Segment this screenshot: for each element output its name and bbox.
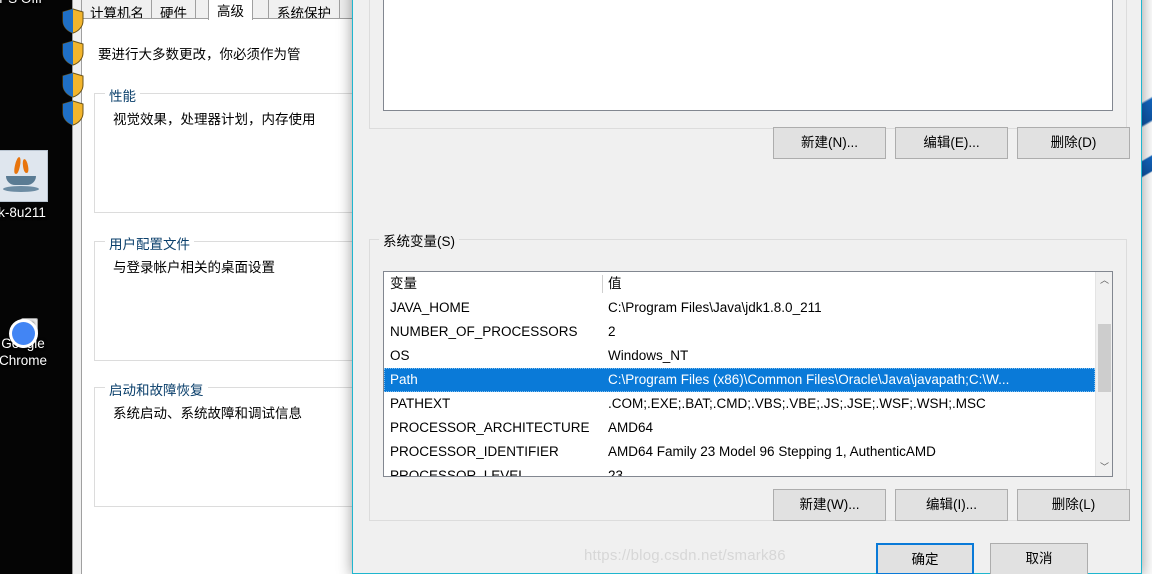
tab-hardware[interactable]: 硬件 bbox=[151, 0, 196, 21]
shortcut-arrow-icon: ↗ bbox=[21, 318, 38, 335]
delete-user-variable-button[interactable]: 删除(D) bbox=[1017, 127, 1130, 159]
desktop-icon-java-installer[interactable]: k-8u211 bbox=[0, 150, 70, 221]
admin-requirement-note: 要进行大多数更改，你必须作为管 bbox=[98, 47, 301, 62]
environment-variables-dialog[interactable]: Path C:\Users\四月\AppData\Local\Microsoft… bbox=[352, 0, 1142, 574]
group-user-profiles-legend: 用户配置文件 bbox=[105, 233, 194, 253]
watermark-text: https://blog.csdn.net/smark86 bbox=[584, 547, 786, 564]
system-properties-window[interactable]: 计算机名 硬件 高级 系统保护 要进行大多数更改，你必须作为管 性能 视觉效果，… bbox=[72, 0, 396, 574]
tab-system-protection[interactable]: 系统保护 bbox=[268, 0, 340, 21]
scrollbar-thumb[interactable] bbox=[1098, 324, 1111, 392]
system-properties-tabstrip: 计算机名 硬件 高级 系统保护 bbox=[81, 0, 357, 21]
variable-value: AMD64 Family 23 Model 96 Stepping 1, Aut… bbox=[608, 444, 936, 459]
table-row[interactable]: NUMBER_OF_PROCESSORS 2 bbox=[384, 320, 1095, 344]
java-icon bbox=[0, 150, 70, 202]
uac-shield-icon bbox=[62, 72, 84, 98]
tab-advanced[interactable]: 高级 bbox=[208, 0, 253, 20]
new-user-variable-button[interactable]: 新建(N)... bbox=[773, 127, 886, 159]
edit-system-variable-button[interactable]: 编辑(I)... bbox=[895, 489, 1008, 521]
table-header-row: 变量 值 bbox=[384, 272, 1095, 296]
group-performance-legend: 性能 bbox=[105, 85, 140, 105]
scroll-down-arrow-icon[interactable]: ﹀ bbox=[1096, 459, 1112, 476]
group-startup-recovery-description: 系统启动、系统故障和调试信息 bbox=[113, 406, 302, 421]
variable-value: .COM;.EXE;.BAT;.CMD;.VBS;.VBE;.JS;.JSE;.… bbox=[608, 396, 986, 411]
table-row-selected[interactable]: Path C:\Program Files (x86)\Common Files… bbox=[384, 368, 1095, 392]
group-startup-recovery: 启动和故障恢复 系统启动、系统故障和调试信息 bbox=[94, 379, 396, 507]
variable-name: Path bbox=[390, 372, 418, 387]
ok-button[interactable]: 确定 bbox=[876, 543, 974, 574]
uac-shield-icon bbox=[62, 100, 84, 126]
variable-name: PATHEXT bbox=[390, 396, 451, 411]
group-user-profiles: 用户配置文件 与登录帐户相关的桌面设置 bbox=[94, 233, 396, 361]
column-header-value: 值 bbox=[608, 276, 622, 291]
scroll-up-arrow-icon[interactable]: ︿ bbox=[1096, 272, 1112, 289]
variable-name: PROCESSOR_LEVEL bbox=[390, 468, 526, 477]
group-user-variables: Path C:\Users\四月\AppData\Local\Microsoft… bbox=[369, 0, 1127, 129]
user-variables-list[interactable]: Path C:\Users\四月\AppData\Local\Microsoft… bbox=[383, 0, 1113, 111]
cancel-button[interactable]: 取消 bbox=[990, 543, 1088, 574]
variable-value: 23 bbox=[608, 468, 624, 477]
variable-value: Windows_NT bbox=[608, 348, 689, 363]
tab-computer-name[interactable]: 计算机名 bbox=[81, 0, 153, 21]
system-variables-button-row: 新建(W)... 编辑(I)... 删除(L) bbox=[369, 489, 1130, 523]
table-row[interactable]: PROCESSOR_LEVEL 23 bbox=[384, 464, 1095, 477]
table-row[interactable]: JAVA_HOME C:\Program Files\Java\jdk1.8.0… bbox=[384, 296, 1095, 320]
desktop-icon-label: k-8u211 bbox=[0, 205, 46, 220]
group-performance: 性能 视觉效果，处理器计划，内存使用 bbox=[94, 85, 396, 213]
system-variables-legend: 系统变量(S) bbox=[379, 230, 459, 250]
group-user-profiles-description: 与登录帐户相关的桌面设置 bbox=[113, 260, 275, 275]
column-header-variable: 变量 bbox=[390, 276, 417, 291]
column-divider bbox=[602, 275, 603, 293]
variable-value: C:\Program Files\Java\jdk1.8.0_211 bbox=[608, 300, 822, 315]
variable-value: 2 bbox=[608, 324, 616, 339]
group-performance-description: 视觉效果，处理器计划，内存使用 bbox=[113, 112, 316, 127]
variable-name: OS bbox=[390, 348, 410, 363]
user-variables-button-row: 新建(N)... 编辑(E)... 删除(D) bbox=[369, 127, 1130, 161]
desktop-icon-google-chrome[interactable]: ↗ Google Chrome bbox=[0, 318, 71, 369]
delete-system-variable-button[interactable]: 删除(L) bbox=[1017, 489, 1130, 521]
variable-name: JAVA_HOME bbox=[390, 300, 470, 315]
desktop-icon-wps-office[interactable]: ↗ WPS Offi bbox=[0, 0, 62, 7]
desktop-icon-label: WPS Offi bbox=[0, 0, 62, 7]
variable-value: AMD64 bbox=[608, 420, 654, 435]
variable-name: PROCESSOR_ARCHITECTURE bbox=[390, 420, 590, 435]
variable-value: C:\Program Files (x86)\Common Files\Orac… bbox=[608, 372, 1010, 387]
table-row[interactable]: PROCESSOR_ARCHITECTURE AMD64 bbox=[384, 416, 1095, 440]
group-system-variables: 系统变量(S) 变量 值 JAVA_HOME C:\Program Files\… bbox=[369, 230, 1127, 521]
edit-user-variable-button[interactable]: 编辑(E)... bbox=[895, 127, 1008, 159]
uac-shield-icon bbox=[62, 40, 84, 66]
table-row[interactable]: PATHEXT .COM;.EXE;.BAT;.CMD;.VBS;.VBE;.J… bbox=[384, 392, 1095, 416]
table-row[interactable]: PROCESSOR_IDENTIFIER AMD64 Family 23 Mod… bbox=[384, 440, 1095, 464]
group-startup-recovery-legend: 启动和故障恢复 bbox=[105, 379, 208, 399]
variable-name: NUMBER_OF_PROCESSORS bbox=[390, 324, 578, 339]
desktop-icon-label: Google Chrome bbox=[0, 336, 47, 368]
system-properties-body: 要进行大多数更改，你必须作为管 性能 视觉效果，处理器计划，内存使用 用户配置文… bbox=[81, 19, 396, 574]
new-system-variable-button[interactable]: 新建(W)... bbox=[773, 489, 886, 521]
table-row[interactable]: OS Windows_NT bbox=[384, 344, 1095, 368]
system-variables-list[interactable]: 变量 值 JAVA_HOME C:\Program Files\Java\jdk… bbox=[383, 271, 1113, 477]
variable-name: PROCESSOR_IDENTIFIER bbox=[390, 444, 559, 459]
system-variables-scrollbar[interactable]: ︿ ﹀ bbox=[1095, 272, 1112, 476]
uac-shield-icon bbox=[62, 8, 84, 34]
